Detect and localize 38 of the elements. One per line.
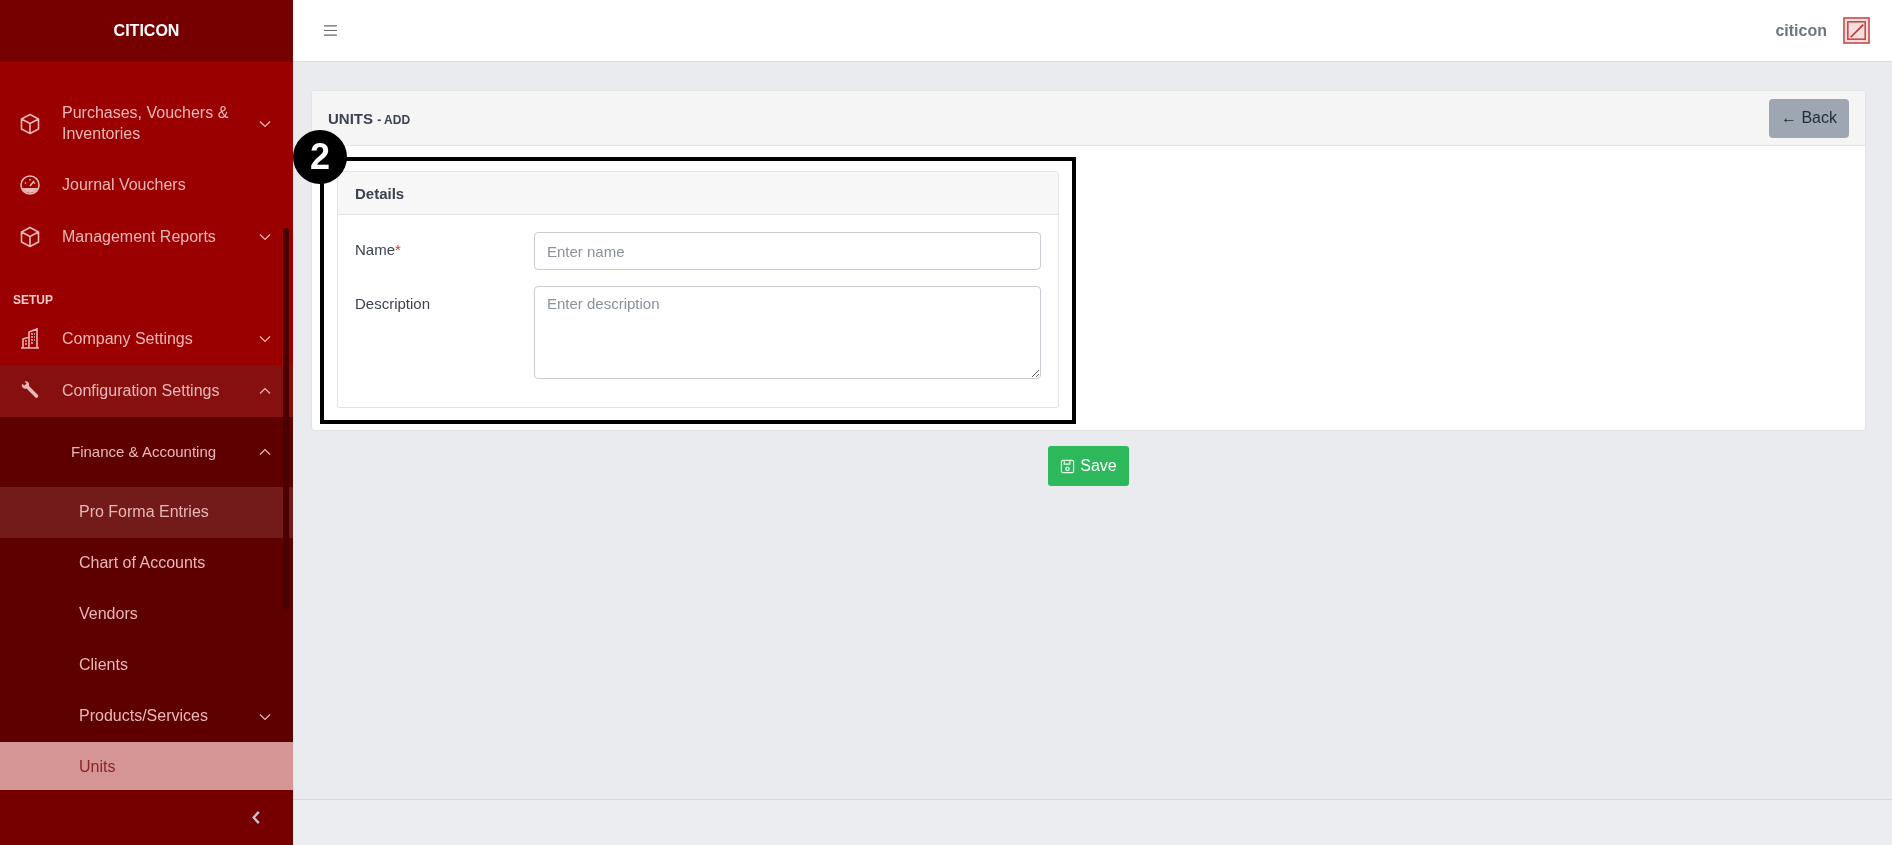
brand-name: CITICON (113, 22, 180, 40)
back-button[interactable]: ← Back (1769, 98, 1849, 138)
section-title: Details (338, 172, 1058, 215)
sidebar-subitem[interactable]: Finance & Accounting (0, 417, 293, 487)
menu-heading: SETUP (12, 292, 54, 309)
chevron-down-icon (259, 712, 271, 721)
sidebar-subitem[interactable]: Clients (0, 640, 293, 691)
sidebar-item[interactable]: Purchases, Vouchers & Inventories (0, 89, 293, 159)
menu-icon[interactable] (323, 25, 338, 36)
sidebar-subitem[interactable]: Pro Forma Entries (0, 487, 293, 538)
building-icon (18, 327, 42, 351)
chevron-up-icon (259, 448, 271, 456)
chevron-left-icon (251, 810, 261, 825)
cube-icon (18, 112, 42, 136)
field-label: Name* (355, 240, 402, 258)
scrollbar[interactable] (283, 228, 289, 610)
field-label: Description (355, 294, 432, 312)
chevron-up-icon (259, 387, 271, 395)
cube-icon (18, 225, 42, 249)
chevron-down-icon (259, 120, 271, 128)
gauge-icon (18, 173, 42, 197)
save-icon (1060, 458, 1076, 474)
name-field[interactable]: Enter name (534, 232, 1041, 270)
description-field[interactable]: Enter description (534, 286, 1041, 379)
sidebar-subitem[interactable]: Products/Services (0, 691, 293, 742)
sidebar-item[interactable]: Configuration Settings (0, 365, 293, 417)
sidebar-item[interactable]: Management Reports (0, 211, 293, 263)
sidebar-item[interactable]: Journal Vouchers (0, 159, 293, 211)
logo-icon (1843, 17, 1870, 44)
sidebar-subitem[interactable]: Units (0, 742, 293, 790)
chevron-down-icon (259, 233, 271, 241)
chevron-down-icon (259, 335, 271, 343)
user-name[interactable]: citicon (1775, 21, 1827, 40)
sidebar-subitem[interactable]: Vendors (0, 589, 293, 640)
sidebar-item[interactable]: Company Settings (0, 313, 293, 365)
callout-badge: 2 (293, 130, 347, 184)
page-title: UNITS - ADD (328, 109, 411, 127)
sidebar-subitem[interactable]: Chart of Accounts (0, 538, 293, 589)
